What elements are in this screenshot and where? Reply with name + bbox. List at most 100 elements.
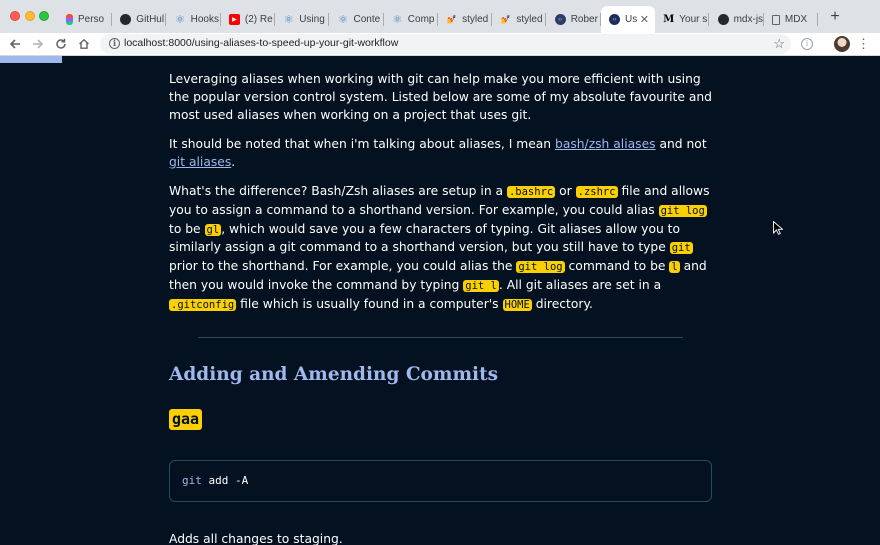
inline-code: gl bbox=[204, 223, 222, 236]
browser-tab[interactable]: 💅 styled bbox=[438, 6, 493, 33]
text: file which is usually found in a compute… bbox=[236, 296, 503, 311]
bash-zsh-aliases-link[interactable]: bash/zsh aliases bbox=[555, 137, 656, 151]
back-button[interactable] bbox=[5, 34, 25, 54]
browser-tab[interactable]: M Your s bbox=[655, 6, 710, 33]
browser-tab-label: GitHul bbox=[136, 14, 165, 25]
browser-tab[interactable]: ⚛ Conte bbox=[330, 6, 384, 33]
text: command to be bbox=[564, 259, 670, 274]
new-tab-button[interactable]: + bbox=[826, 8, 844, 26]
figma-icon bbox=[66, 14, 73, 25]
browser-tab[interactable]: ⚛ Hooks bbox=[167, 6, 221, 33]
extension-icon[interactable]: i bbox=[801, 38, 813, 50]
browser-tab[interactable]: 💅 styled bbox=[492, 6, 547, 33]
page-viewport: Leveraging aliases when working with git… bbox=[0, 56, 880, 545]
alias-name-badge: gaa bbox=[169, 409, 203, 430]
browser-tab-label: mdx-js bbox=[733, 14, 764, 25]
github-icon bbox=[717, 14, 729, 25]
minimize-window-button[interactable] bbox=[25, 11, 35, 21]
inline-code: l bbox=[669, 261, 680, 274]
browser-tab[interactable]: GitHul bbox=[112, 6, 167, 33]
home-icon bbox=[79, 38, 89, 49]
close-tab-icon[interactable]: ✕ bbox=[640, 13, 649, 26]
bookmark-star-icon[interactable]: ☆ bbox=[773, 36, 785, 52]
browser-tab-label: Your s bbox=[679, 14, 708, 25]
tab-strip: Perso GitHul ⚛ Hooks ▶ (2) Re ⚛ Using ⚛ Conte ⚛ Com… bbox=[0, 0, 880, 33]
github-icon bbox=[120, 14, 132, 25]
text: or bbox=[555, 183, 576, 198]
browser-tab-label: Conte bbox=[353, 14, 381, 25]
browser-tab[interactable]: MDX bbox=[764, 6, 818, 33]
browser-tab-label: Rober bbox=[570, 14, 598, 25]
intro-paragraph: Leveraging aliases when working with git… bbox=[169, 72, 712, 122]
react-icon: ⚛ bbox=[283, 14, 294, 26]
code-flag: -A bbox=[235, 474, 249, 487]
profile-avatar[interactable] bbox=[834, 36, 850, 52]
inline-code: git log bbox=[516, 261, 565, 274]
inline-code: HOME bbox=[502, 298, 532, 311]
aliases-note-paragraph: It should be noted that when i'm talking… bbox=[169, 136, 714, 172]
inline-code: .gitconfig bbox=[169, 298, 237, 311]
text: . All git aliases are set in a bbox=[498, 277, 662, 292]
reload-icon bbox=[56, 38, 66, 49]
article-body: Leveraging aliases when working with git… bbox=[169, 71, 714, 326]
code-command: git bbox=[182, 474, 202, 487]
url-text: localhost:8000/using-aliases-to-speed-up… bbox=[124, 37, 399, 49]
youtube-icon: ▶ bbox=[228, 14, 240, 25]
inline-code: .bashrc bbox=[506, 185, 556, 198]
text: directory. bbox=[531, 296, 593, 311]
browser-tab-label: Us bbox=[625, 14, 638, 25]
browser-tab[interactable]: mdx-js bbox=[710, 6, 764, 33]
react-icon: ⚛ bbox=[392, 14, 403, 26]
git-aliases-link[interactable]: git aliases bbox=[169, 155, 231, 169]
reload-button[interactable] bbox=[51, 34, 71, 54]
note-text: It should be noted that when i'm talking… bbox=[169, 136, 556, 151]
home-button[interactable] bbox=[74, 34, 94, 54]
browser-tab-label: styled bbox=[516, 14, 543, 25]
browser-tab-label: (2) Re bbox=[244, 14, 273, 25]
browser-tab-label: Using bbox=[299, 14, 325, 25]
arrow-left-icon bbox=[9, 39, 20, 49]
text: to be bbox=[169, 221, 205, 236]
inline-code: git l bbox=[463, 279, 499, 292]
medium-icon: M bbox=[663, 14, 675, 25]
browser-tab-label: Comp bbox=[407, 14, 435, 25]
document-icon bbox=[771, 14, 780, 25]
code-icon: ‹› bbox=[609, 14, 620, 25]
arrow-right-icon bbox=[33, 39, 44, 49]
text: What's the difference? Bash/Zsh aliases … bbox=[169, 183, 507, 198]
browser-tab-label: Perso bbox=[78, 14, 105, 25]
alias-description: Adds all changes to staging. bbox=[169, 532, 343, 545]
forward-button[interactable] bbox=[28, 34, 48, 54]
address-bar[interactable]: i localhost:8000/using-aliases-to-speed-… bbox=[100, 34, 791, 54]
browser-tab[interactable]: ‹› Rober bbox=[547, 6, 601, 33]
text: prior to the shorthand. For example, you… bbox=[169, 259, 517, 274]
maximize-window-button[interactable] bbox=[39, 11, 49, 21]
inline-code: git bbox=[669, 242, 693, 255]
browser-tab[interactable]: Perso bbox=[58, 6, 112, 33]
browser-toolbar: i localhost:8000/using-aliases-to-speed-… bbox=[0, 33, 880, 56]
react-icon: ⚛ bbox=[175, 14, 186, 26]
inline-code: .zshrc bbox=[575, 185, 618, 198]
browser-tab[interactable]: ⚛ Using bbox=[275, 6, 330, 33]
reading-progress-bar bbox=[0, 56, 62, 63]
browser-tab[interactable]: ⚛ Comp bbox=[384, 6, 438, 33]
close-window-button[interactable] bbox=[10, 11, 20, 21]
styled-icon: 💅 bbox=[446, 15, 457, 24]
styled-icon: 💅 bbox=[500, 15, 511, 24]
browser-tab[interactable]: ‹› Us ✕ bbox=[601, 6, 655, 33]
note-text-mid: and not bbox=[655, 136, 707, 151]
inline-code: git log bbox=[658, 204, 707, 217]
more-menu-icon[interactable]: ⋮ bbox=[857, 36, 870, 52]
browser-tab-label: styled bbox=[462, 14, 489, 25]
note-text-end: . bbox=[231, 154, 236, 169]
text: , which would save you a few characters … bbox=[169, 221, 681, 255]
code-args: add bbox=[201, 474, 235, 487]
react-icon: ⚛ bbox=[338, 14, 348, 26]
mouse-cursor-icon bbox=[773, 221, 783, 235]
browser-tab[interactable]: ▶ (2) Re bbox=[221, 6, 275, 33]
tab-separator bbox=[816, 13, 818, 26]
section-heading: Adding and Amending Commits bbox=[169, 364, 499, 385]
info-icon[interactable]: i bbox=[109, 38, 120, 49]
section-divider bbox=[198, 337, 683, 338]
browser-tab-label: MDX bbox=[784, 14, 808, 25]
